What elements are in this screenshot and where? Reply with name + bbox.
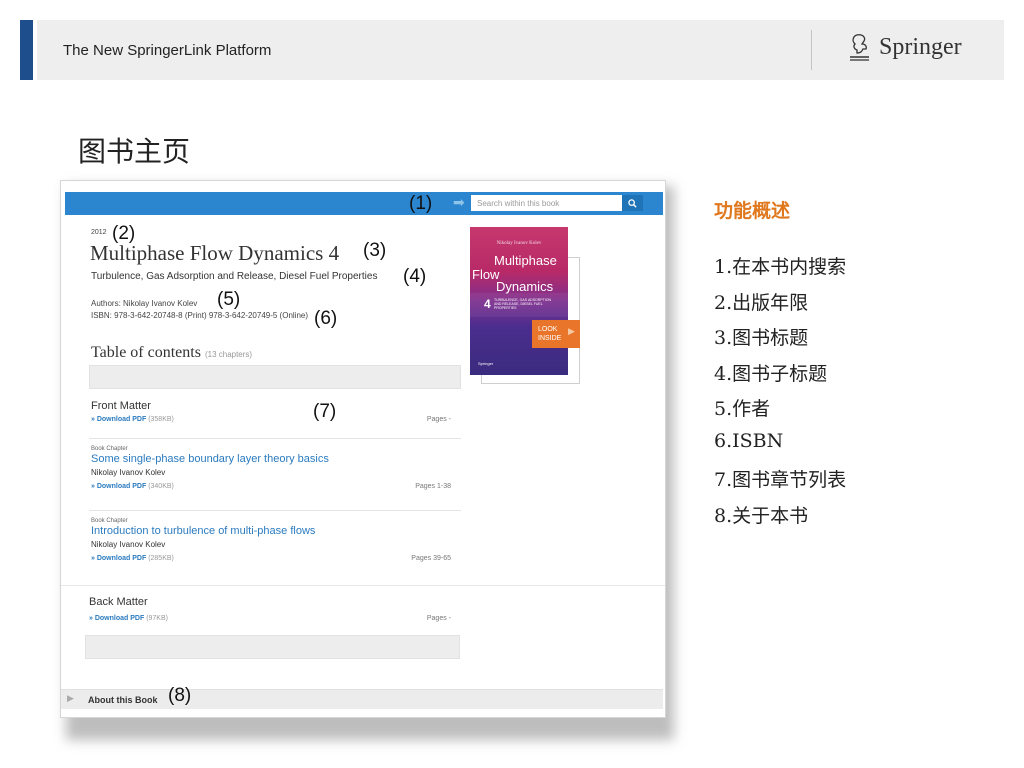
look-inside-label: LOOK INSIDE [538, 326, 562, 342]
feature-item: 8.关于本书 [714, 504, 809, 527]
file-size: (358KB) [148, 416, 174, 423]
play-arrow-icon: ▶ [568, 326, 575, 336]
toc-heading-text: Table of contents [91, 344, 201, 361]
download-row: » Download PDF (285KB) Pages 39-65 [91, 555, 459, 567]
toc-item-chapter: Book Chapter Introduction to turbulence … [91, 518, 459, 567]
toc-chapter-count: (13 chapters) [204, 350, 253, 359]
callout-3: (3) [363, 240, 387, 261]
callout-8: (8) [168, 685, 192, 706]
cover-title-line: Multiphase [494, 253, 557, 268]
about-this-book-toggle[interactable]: ▶ About this Book [61, 689, 663, 709]
toc-item-title: Back Matter [89, 596, 148, 608]
overview-title: 功能概述 [714, 200, 791, 222]
springer-horse-icon [850, 34, 869, 61]
feature-item: 1.在本书内搜索 [714, 256, 847, 278]
feature-item: 6.ISBN [714, 429, 784, 452]
divider [89, 510, 461, 511]
toc-toolbar [89, 365, 461, 389]
cover-title-line: Dynamics [496, 279, 554, 294]
search-icon [628, 198, 637, 208]
springer-logo: Springer [847, 33, 962, 61]
chapter-author: Nikolay Ivanov Kolev [91, 468, 166, 477]
toc-item-title: Front Matter [91, 400, 151, 412]
book-isbn: ISBN: 978-3-642-20748-8 (Print) 978-3-64… [91, 311, 309, 320]
file-size: (97KB) [146, 615, 168, 622]
download-pdf-link[interactable]: » Download PDF [91, 555, 146, 562]
cover-publisher: Springer [478, 361, 494, 366]
page-range: Pages 39-65 [411, 555, 451, 562]
feature-item: 4.图书子标题 [714, 362, 828, 385]
cover-author: Nikolay Ivanov Kolev [496, 241, 542, 246]
download-pdf-link[interactable]: » Download PDF [89, 615, 144, 622]
look-inside-button[interactable]: LOOK INSIDE ▶ [532, 320, 580, 348]
chapter-title-link[interactable]: Introduction to turbulence of multi-phas… [91, 525, 459, 537]
cover-volume: 4 [484, 297, 491, 311]
download-row: » Download PDF (358KB) Pages - [91, 416, 459, 428]
page-range: Pages - [426, 615, 451, 622]
download-pdf-link[interactable]: » Download PDF [91, 416, 146, 423]
file-size: (340KB) [148, 483, 174, 490]
search-button[interactable] [622, 195, 643, 211]
toc-item-chapter: Book Chapter Some single-phase boundary … [91, 446, 459, 495]
slide-title: 图书主页 [78, 135, 191, 168]
slide-header: The New SpringerLink Platform Springer [37, 20, 1004, 80]
toc-item-back-matter: Back Matter » Download PDF (97KB) Pages … [61, 585, 665, 677]
toc-heading: Table of contents (13 chapters) [91, 344, 252, 362]
feature-item: 3.图书标题 [714, 327, 809, 349]
arrow-right-icon: ➡ [453, 194, 465, 210]
book-title: Multiphase Flow Dynamics 4 [90, 241, 340, 265]
toc-item-front-matter: Front Matter » Download PDF (358KB) Page… [91, 400, 459, 428]
callout-7: (7) [313, 401, 337, 422]
item-type-label: Book Chapter [91, 518, 128, 524]
publication-year: 2012 [91, 229, 107, 236]
chapter-title-link[interactable]: Some single-phase boundary layer theory … [91, 453, 459, 465]
book-cover-image[interactable]: Nikolay Ivanov Kolev Multiphase Flow Dyn… [470, 227, 568, 375]
download-pdf-link[interactable]: » Download PDF [91, 483, 146, 490]
divider [89, 438, 461, 439]
book-page-screenshot: ➡ (1) 2012 (2) Multiphase Flow Dynamics … [60, 180, 666, 718]
page-range: Pages - [426, 416, 451, 423]
book-subtitle: Turbulence, Gas Adsorption and Release, … [91, 271, 378, 282]
feature-item: 7.图书章节列表 [714, 469, 847, 491]
chevron-right-icon: ▶ [67, 693, 74, 703]
callout-6: (6) [314, 308, 338, 329]
page-range: Pages 1-38 [415, 483, 451, 490]
book-authors: Authors: Nikolay Ivanov Kolev [91, 299, 198, 308]
feature-list: 1.在本书内搜索 2.出版年限 3.图书标题 4.图书子标题 5.作者 6.IS… [714, 252, 846, 536]
toc-footer-bar [85, 635, 460, 659]
item-type-label: Book Chapter [91, 446, 128, 452]
cover-subtitle: TURBULENCE, GAS ADSORPTION AND RELEASE, … [494, 298, 551, 310]
feature-item: 2.出版年限 [714, 291, 809, 314]
about-this-book-label: About this Book [88, 695, 158, 705]
search-within-book-input[interactable] [471, 195, 622, 211]
download-row: » Download PDF (97KB) Pages - [89, 615, 451, 622]
file-size: (285KB) [148, 555, 174, 562]
callout-1: (1) [409, 193, 433, 214]
header-divider [811, 30, 812, 70]
header-accent-bar [20, 20, 33, 80]
callout-4: (4) [403, 266, 427, 287]
feature-item: 5.作者 [714, 398, 771, 420]
header-title: The New SpringerLink Platform [63, 42, 272, 59]
search-bar: ➡ [65, 192, 663, 215]
callout-5: (5) [217, 289, 241, 310]
chapter-author: Nikolay Ivanov Kolev [91, 540, 166, 549]
springer-logo-text: Springer [879, 33, 962, 60]
download-row: » Download PDF (340KB) Pages 1-38 [91, 483, 459, 495]
